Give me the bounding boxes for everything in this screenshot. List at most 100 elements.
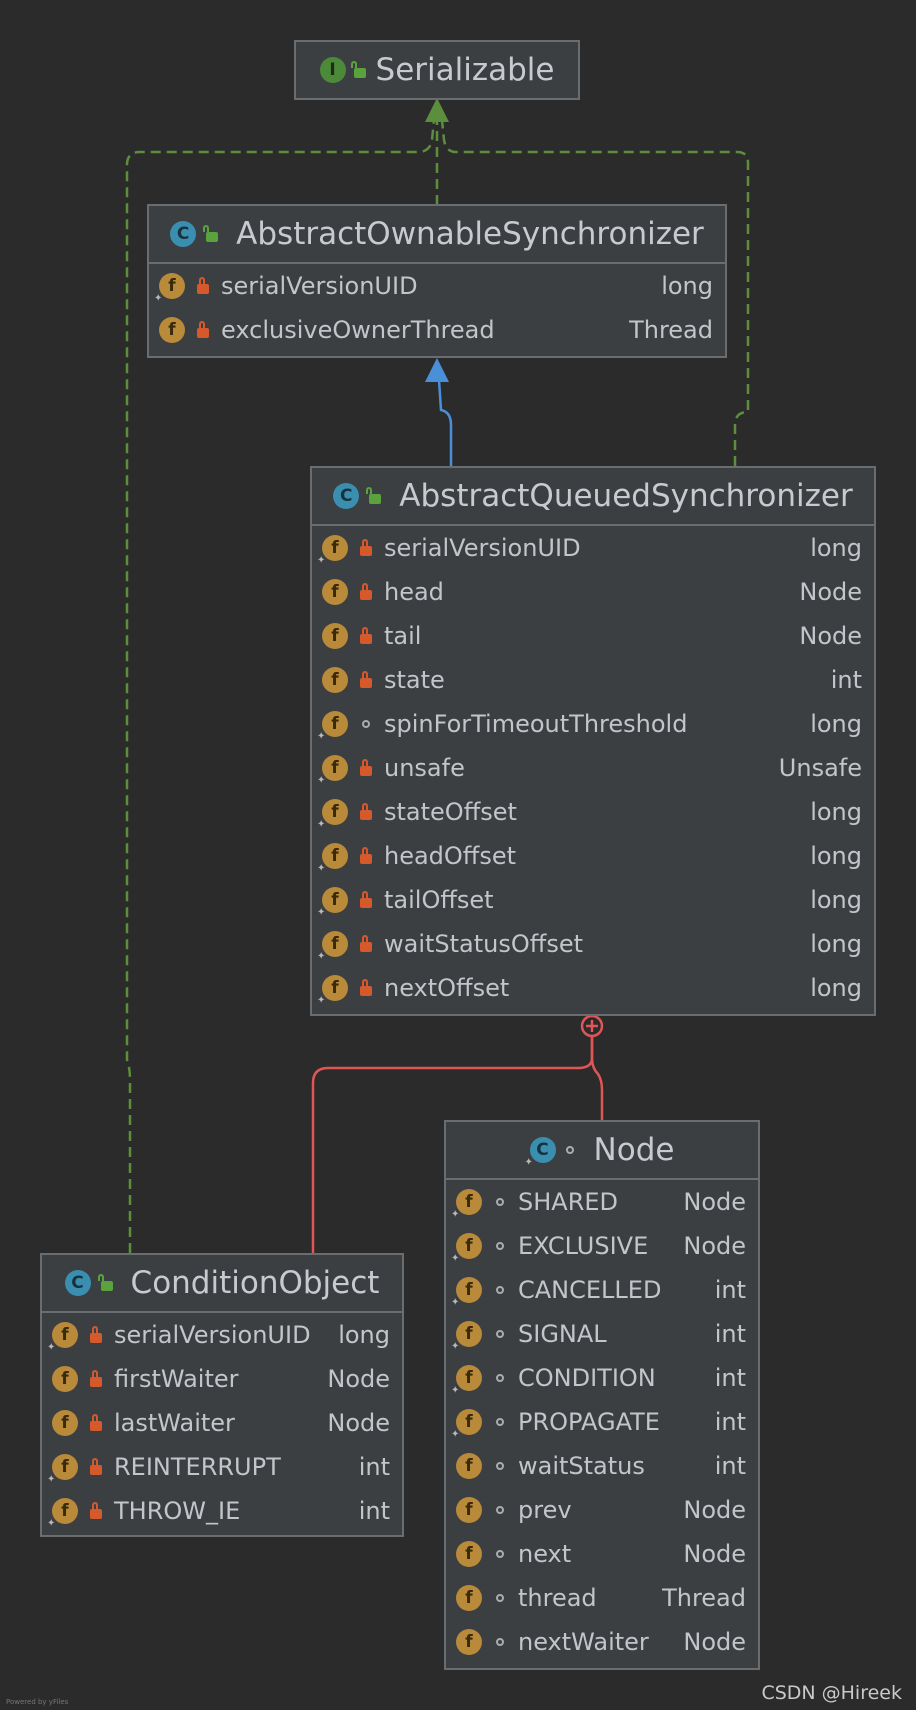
field-row[interactable]: f ✦ waitStatusOffset long bbox=[312, 922, 874, 966]
public-lock-icon bbox=[203, 225, 219, 242]
field-type: long bbox=[810, 798, 862, 826]
field-type: long bbox=[338, 1321, 390, 1349]
field-row[interactable]: f ✦ EXCLUSIVE Node bbox=[446, 1224, 758, 1268]
field-row[interactable]: f ✦ CANCELLED int bbox=[446, 1268, 758, 1312]
node-title: Node bbox=[593, 1132, 675, 1168]
field-name: REINTERRUPT bbox=[114, 1453, 281, 1481]
field-row[interactable]: f lastWaiter Node bbox=[42, 1401, 402, 1445]
serializable-node[interactable]: I Serializable bbox=[294, 40, 580, 100]
package-visibility-icon bbox=[492, 1369, 508, 1387]
powered-by-label: Powered by yFiles bbox=[6, 1698, 69, 1706]
field-row[interactable]: f next Node bbox=[446, 1532, 758, 1576]
field-row[interactable]: f ✦ nextOffset long bbox=[312, 966, 874, 1010]
field-name: prev bbox=[518, 1496, 572, 1524]
field-type: int bbox=[714, 1320, 746, 1348]
private-lock-icon bbox=[358, 539, 374, 557]
private-lock-icon bbox=[358, 979, 374, 997]
static-pin-icon: ✦ bbox=[317, 731, 326, 742]
field-name: THROW_IE bbox=[114, 1497, 241, 1525]
field-row[interactable]: f exclusiveOwnerThread Thread bbox=[149, 308, 725, 352]
node-header: C ✦ Node bbox=[446, 1122, 758, 1180]
field-name: EXCLUSIVE bbox=[518, 1232, 649, 1260]
field-row[interactable]: f tail Node bbox=[312, 614, 874, 658]
field-type: Node bbox=[683, 1496, 746, 1524]
field-name: waitStatusOffset bbox=[384, 930, 583, 958]
field-type: Node bbox=[683, 1232, 746, 1260]
static-field-icon: f ✦ bbox=[317, 711, 348, 742]
field-row[interactable]: f nextWaiter Node bbox=[446, 1620, 758, 1664]
node-class-node[interactable]: C ✦ Node f ✦ SHARED Node f ✦ EXCLUSIVE Node f ✦ CAN… bbox=[444, 1120, 760, 1670]
field-row[interactable]: f ✦ serialVersionUID long bbox=[42, 1313, 402, 1357]
extends-arrowhead bbox=[425, 358, 449, 382]
field-row[interactable]: f ✦ spinForTimeoutThreshold long bbox=[312, 702, 874, 746]
static-field-icon: f ✦ bbox=[451, 1277, 482, 1308]
cond-field-list: f ✦ serialVersionUID long f firstWaiter Node f l… bbox=[42, 1313, 402, 1533]
static-pin-icon: ✦ bbox=[317, 819, 326, 830]
field-type: int bbox=[714, 1276, 746, 1304]
field-row[interactable]: f ✦ THROW_IE int bbox=[42, 1489, 402, 1533]
package-visibility-icon bbox=[358, 715, 374, 733]
field-type: Unsafe bbox=[778, 754, 862, 782]
package-visibility-icon bbox=[565, 1146, 574, 1154]
field-name: lastWaiter bbox=[114, 1409, 235, 1437]
static-field-icon: f ✦ bbox=[47, 1322, 78, 1353]
static-field-icon: f ✦ bbox=[317, 887, 348, 918]
field-row[interactable]: f firstWaiter Node bbox=[42, 1357, 402, 1401]
field-name: firstWaiter bbox=[114, 1365, 239, 1393]
field-row[interactable]: f head Node bbox=[312, 570, 874, 614]
field-row[interactable]: f ✦ serialVersionUID long bbox=[312, 526, 874, 570]
field-row[interactable]: f ✦ tailOffset long bbox=[312, 878, 874, 922]
field-row[interactable]: f ✦ serialVersionUID long bbox=[149, 264, 725, 308]
static-pin-icon: ✦ bbox=[317, 951, 326, 962]
static-pin-icon: ✦ bbox=[317, 907, 326, 918]
static-field-icon: f ✦ bbox=[451, 1233, 482, 1264]
field-icon: f bbox=[159, 317, 185, 343]
condition-object-node[interactable]: C ConditionObject f ✦ serialVersionUID long… bbox=[40, 1253, 404, 1537]
static-pin-icon: ✦ bbox=[317, 995, 326, 1006]
static-pin-icon: ✦ bbox=[451, 1209, 460, 1220]
credit-watermark: CSDN @Hireek bbox=[761, 1682, 902, 1704]
field-row[interactable]: f ✦ stateOffset long bbox=[312, 790, 874, 834]
private-lock-icon bbox=[88, 1458, 104, 1476]
static-field-icon: f ✦ bbox=[317, 755, 348, 786]
field-name: head bbox=[384, 578, 444, 606]
field-row[interactable]: f state int bbox=[312, 658, 874, 702]
field-row[interactable]: f ✦ unsafe Unsafe bbox=[312, 746, 874, 790]
field-name: next bbox=[518, 1540, 572, 1568]
package-visibility-icon bbox=[492, 1545, 508, 1563]
field-row[interactable]: f ✦ PROPAGATE int bbox=[446, 1400, 758, 1444]
aqs-node[interactable]: C AbstractQueuedSynchronizer f ✦ serialVer… bbox=[310, 466, 876, 1016]
field-row[interactable]: f ✦ CONDITION int bbox=[446, 1356, 758, 1400]
private-lock-icon bbox=[88, 1502, 104, 1520]
field-row[interactable]: f waitStatus int bbox=[446, 1444, 758, 1488]
field-name: nextOffset bbox=[384, 974, 510, 1002]
field-name: waitStatus bbox=[518, 1452, 645, 1480]
field-icon: f bbox=[456, 1541, 482, 1567]
field-row[interactable]: f ✦ headOffset long bbox=[312, 834, 874, 878]
field-row[interactable]: f ✦ SIGNAL int bbox=[446, 1312, 758, 1356]
field-row[interactable]: f prev Node bbox=[446, 1488, 758, 1532]
field-name: SIGNAL bbox=[518, 1320, 607, 1348]
static-field-icon: f ✦ bbox=[451, 1189, 482, 1220]
field-type: long bbox=[810, 710, 862, 738]
field-row[interactable]: f ✦ REINTERRUPT int bbox=[42, 1445, 402, 1489]
public-lock-icon bbox=[350, 61, 366, 78]
field-icon: f bbox=[456, 1497, 482, 1523]
serializable-header: I Serializable bbox=[296, 42, 578, 98]
field-icon: f bbox=[322, 623, 348, 649]
private-lock-icon bbox=[88, 1414, 104, 1432]
field-name: serialVersionUID bbox=[384, 534, 581, 562]
field-name: nextWaiter bbox=[518, 1628, 649, 1656]
static-pin-icon: ✦ bbox=[451, 1429, 460, 1440]
cond-title: ConditionObject bbox=[130, 1265, 380, 1301]
static-field-icon: f ✦ bbox=[451, 1365, 482, 1396]
field-type: Node bbox=[683, 1188, 746, 1216]
package-visibility-icon bbox=[492, 1325, 508, 1343]
field-name: serialVersionUID bbox=[221, 272, 418, 300]
field-row[interactable]: f ✦ SHARED Node bbox=[446, 1180, 758, 1224]
field-icon: f bbox=[456, 1453, 482, 1479]
field-row[interactable]: f thread Thread bbox=[446, 1576, 758, 1620]
field-type: int bbox=[358, 1453, 390, 1481]
static-pin-icon: ✦ bbox=[451, 1253, 460, 1264]
aos-node[interactable]: C AbstractOwnableSynchronizer f ✦ serialVe… bbox=[147, 204, 727, 358]
